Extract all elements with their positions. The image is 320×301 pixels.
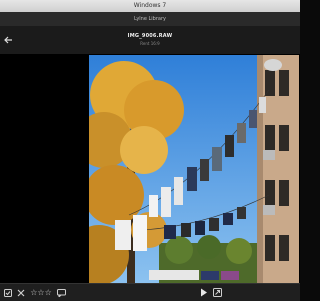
file-name: IMG_9006.RAW <box>127 33 173 39</box>
file-info: Rent 16:9 <box>140 41 160 46</box>
share-button[interactable] <box>212 287 223 298</box>
window-titlebar: Windows 7 <box>0 0 300 12</box>
photo[interactable] <box>89 55 299 283</box>
photo-viewer <box>0 55 300 283</box>
accept-icon <box>4 288 12 297</box>
bottom-toolbar: ☆☆☆ <box>0 283 300 301</box>
reject-icon <box>17 289 25 296</box>
app-title: Lylne Library <box>134 16 166 22</box>
comment-icon <box>56 288 66 297</box>
play-icon <box>201 288 207 297</box>
play-button[interactable] <box>199 287 209 298</box>
comment-button[interactable] <box>56 287 66 298</box>
window-title: Windows 7 <box>133 2 167 9</box>
accept-button[interactable] <box>3 287 13 298</box>
reject-button[interactable] <box>16 287 26 298</box>
rating-stars[interactable]: ☆☆☆ <box>30 287 52 298</box>
viewer-header: IMG_9006.RAW Rent 16:9 <box>0 26 300 55</box>
share-icon <box>213 288 222 297</box>
photo-image <box>89 55 299 283</box>
app-titlebar: Lylne Library <box>0 12 300 26</box>
